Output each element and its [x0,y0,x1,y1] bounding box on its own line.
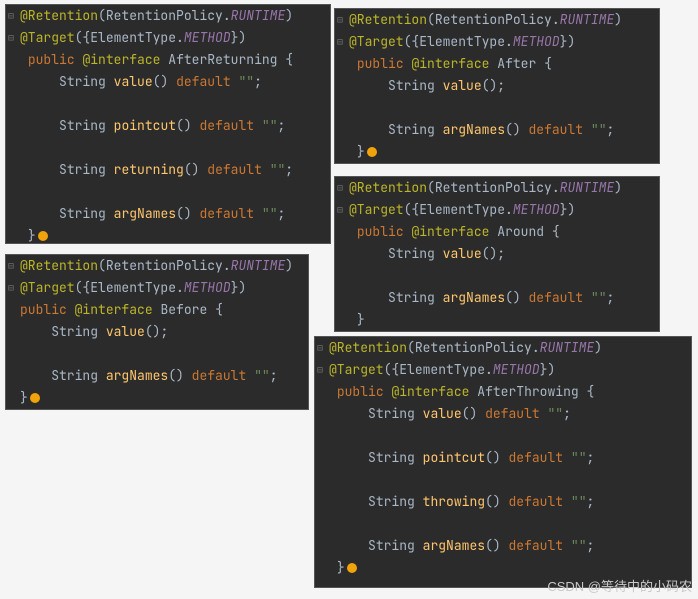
code-line: } [335,309,659,331]
code-panel-after-throwing[interactable]: ⊟@Retention(RetentionPolicy.RUNTIME) ⊟@T… [314,336,692,588]
code-line: public @interface Around { [335,221,659,243]
code-line: String argNames() default ""; [6,203,330,225]
code-line: String pointcut() default ""; [6,115,330,137]
code-line: String value(); [6,321,308,343]
code-line: } [6,387,308,409]
code-line: String pointcut() default ""; [315,447,691,469]
code-line [6,93,330,115]
bulb-icon[interactable] [367,147,377,157]
bulb-icon[interactable] [38,231,48,241]
fold-icon[interactable]: ⊟ [337,9,343,31]
code-line [315,425,691,447]
code-panel-before[interactable]: ⊟@Retention(RetentionPolicy.RUNTIME) ⊟@T… [5,254,309,410]
code-line: public @interface After { [335,53,659,75]
code-line: String throwing() default ""; [315,491,691,513]
code-line: ⊟@Target({ElementType.METHOD}) [335,31,659,53]
code-line: String argNames() default ""; [335,119,659,141]
code-line: String value() default ""; [6,71,330,93]
code-line: } [6,225,330,247]
code-line: String value() default ""; [315,403,691,425]
code-line: public @interface Before { [6,299,308,321]
code-line [6,343,308,365]
bulb-icon[interactable] [347,563,357,573]
code-panel-around[interactable]: ⊟@Retention(RetentionPolicy.RUNTIME) ⊟@T… [334,176,660,332]
fold-icon[interactable]: ⊟ [8,277,14,299]
fold-icon[interactable]: ⊟ [337,177,343,199]
code-line [335,97,659,119]
code-line: ⊟@Retention(RetentionPolicy.RUNTIME) [6,5,330,27]
fold-icon[interactable]: ⊟ [337,199,343,221]
code-line: ⊟@Retention(RetentionPolicy.RUNTIME) [335,177,659,199]
bulb-icon[interactable] [30,393,40,403]
fold-icon[interactable]: ⊟ [8,27,14,49]
code-line: public @interface AfterThrowing { [315,381,691,403]
code-line [315,513,691,535]
code-line: ⊟@Target({ElementType.METHOD}) [315,359,691,381]
code-line: public @interface AfterReturning { [6,49,330,71]
watermark-text: CSDN @等待中的小码农 [547,576,692,595]
fold-icon[interactable]: ⊟ [317,337,323,359]
fold-icon[interactable]: ⊟ [337,31,343,53]
code-line: ⊟@Target({ElementType.METHOD}) [6,27,330,49]
code-line: ⊟@Retention(RetentionPolicy.RUNTIME) [335,9,659,31]
code-line: String returning() default ""; [6,159,330,181]
fold-icon[interactable]: ⊟ [8,5,14,27]
fold-icon[interactable]: ⊟ [8,255,14,277]
code-panel-after[interactable]: ⊟@Retention(RetentionPolicy.RUNTIME) ⊟@T… [334,8,660,164]
fold-icon[interactable]: ⊟ [317,359,323,381]
code-line: String value(); [335,243,659,265]
code-line: } [335,141,659,163]
code-line: ⊟@Retention(RetentionPolicy.RUNTIME) [315,337,691,359]
code-line [6,181,330,203]
code-line: String value(); [335,75,659,97]
code-line [335,265,659,287]
code-line: ⊟@Target({ElementType.METHOD}) [335,199,659,221]
code-line: ⊟@Target({ElementType.METHOD}) [6,277,308,299]
code-line [6,137,330,159]
code-line: ⊟@Retention(RetentionPolicy.RUNTIME) [6,255,308,277]
code-line: String argNames() default ""; [6,365,308,387]
code-line [315,469,691,491]
code-panel-after-returning[interactable]: ⊟@Retention(RetentionPolicy.RUNTIME) ⊟@T… [5,4,331,244]
code-line: String argNames() default ""; [335,287,659,309]
code-line: String argNames() default ""; [315,535,691,557]
